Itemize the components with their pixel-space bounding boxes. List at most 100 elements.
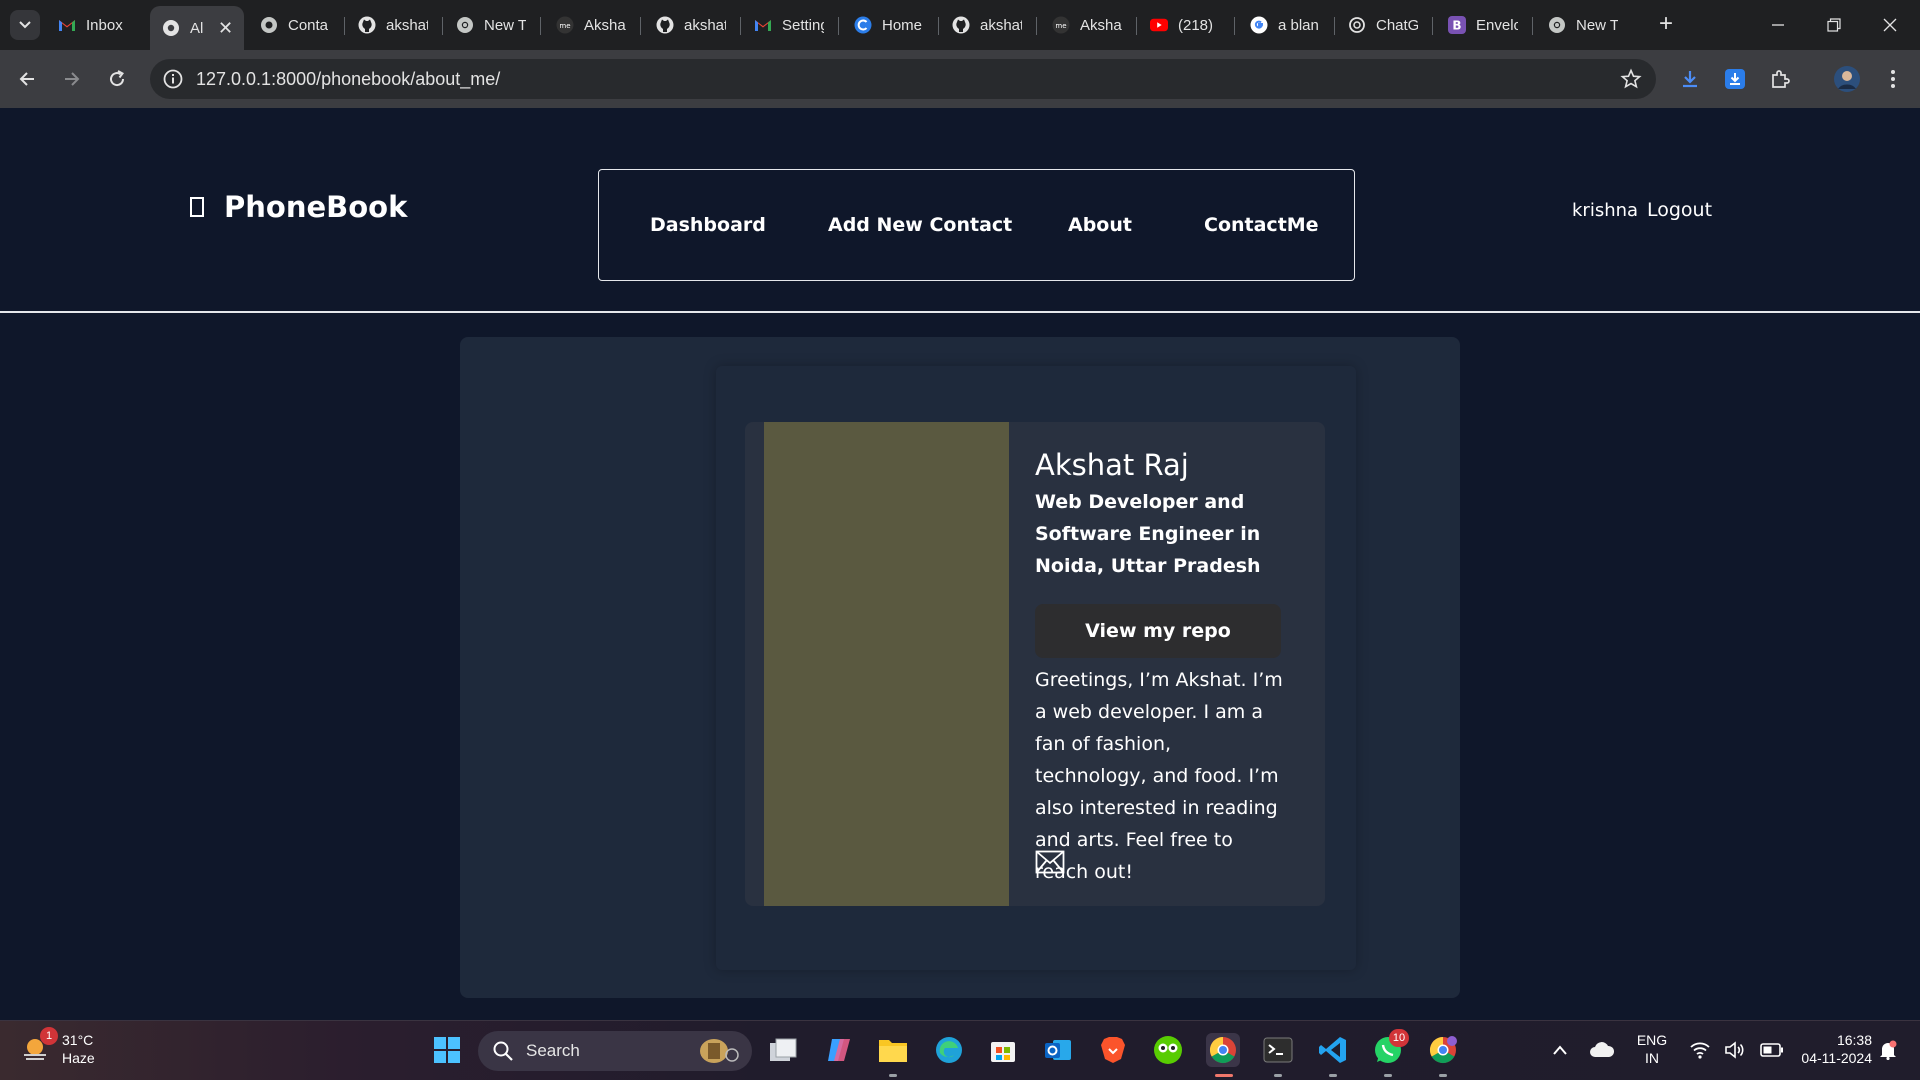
- quick-settings-button[interactable]: [1682, 1033, 1792, 1067]
- input-language[interactable]: ENG IN: [1630, 1031, 1674, 1067]
- folder-icon: [879, 1040, 907, 1062]
- downloads-button[interactable]: [1673, 62, 1707, 96]
- duolingo-button[interactable]: [1151, 1033, 1185, 1067]
- brave-button[interactable]: [1096, 1033, 1130, 1067]
- nav-contact-me[interactable]: ContactMe: [1204, 214, 1319, 236]
- bootstrap-icon: B: [1448, 16, 1466, 34]
- tab-title: (218): [1178, 16, 1214, 34]
- browser-tab[interactable]: akshat: [346, 8, 436, 42]
- tab-close-icon[interactable]: ✕: [218, 18, 233, 39]
- minimize-button[interactable]: [1750, 0, 1806, 50]
- file-explorer-button[interactable]: [876, 1033, 910, 1067]
- notifications-button[interactable]: [1874, 1033, 1902, 1067]
- nav-add-new-contact[interactable]: Add New Contact: [828, 214, 1012, 236]
- tab-search-button[interactable]: [10, 10, 40, 40]
- download-manager-extension[interactable]: [1718, 62, 1752, 96]
- nav-about[interactable]: About: [1068, 214, 1132, 236]
- globe-icon: [260, 16, 278, 34]
- tab-separator: [344, 17, 345, 35]
- chevron-up-icon: [1553, 1045, 1567, 1055]
- browser-tab[interactable]: ChatG: [1336, 8, 1426, 42]
- chrome-profile-icon: [1429, 1036, 1457, 1064]
- terminal-button[interactable]: [1261, 1033, 1295, 1067]
- url-text: 127.0.0.1:8000/phonebook/about_me/: [196, 69, 501, 89]
- browser-tab[interactable]: akshat: [940, 8, 1030, 42]
- tab-title: akshat: [980, 16, 1022, 34]
- forward-button[interactable]: [55, 62, 89, 96]
- browser-tab[interactable]: Al ✕: [150, 6, 244, 50]
- brand-name: PhoneBook: [224, 190, 408, 224]
- copilot-button[interactable]: [822, 1033, 856, 1067]
- browser-tab[interactable]: New T: [444, 8, 534, 42]
- browser-tab[interactable]: (218): [1138, 8, 1228, 42]
- clock-time: 16:38: [1836, 1032, 1872, 1048]
- edge-button[interactable]: [932, 1033, 966, 1067]
- profile-avatar-icon: [1834, 66, 1860, 92]
- onedrive-button[interactable]: [1586, 1033, 1618, 1067]
- bookmark-star-icon[interactable]: [1620, 68, 1642, 90]
- windows-taskbar: 1 31°C Haze Search 10 ENG IN 16:38 04-11…: [0, 1020, 1920, 1080]
- logout-link[interactable]: Logout: [1647, 199, 1712, 221]
- new-tab-button[interactable]: +: [1652, 11, 1680, 39]
- vscode-button[interactable]: [1316, 1033, 1350, 1067]
- tab-title: Envelo: [1476, 16, 1518, 34]
- browser-tab[interactable]: Inbox: [46, 8, 136, 42]
- arrow-right-icon: [65, 72, 80, 86]
- tab-title: ChatG: [1376, 16, 1418, 34]
- extensions-button[interactable]: [1763, 62, 1797, 96]
- main-nav: Dashboard Add New Contact About ContactM…: [598, 169, 1355, 281]
- back-button[interactable]: [10, 62, 44, 96]
- current-user: krishna: [1572, 200, 1639, 221]
- profile-role: Web Developer and Software Engineer in N…: [1035, 491, 1261, 577]
- browser-tab[interactable]: me Aksha: [1040, 8, 1130, 42]
- brand-logo[interactable]: PhoneBook: [190, 190, 407, 224]
- browser-tab[interactable]: Conta: [248, 8, 338, 42]
- search-label: Search: [526, 1041, 580, 1060]
- outlook-button[interactable]: [1041, 1033, 1075, 1067]
- restore-button[interactable]: [1806, 0, 1862, 50]
- browser-tab[interactable]: me Aksha: [544, 8, 634, 42]
- taskbar-search[interactable]: Search: [478, 1031, 752, 1071]
- site-info-icon[interactable]: [162, 68, 184, 90]
- browser-tab[interactable]: a blan: [1238, 8, 1328, 42]
- chatgpt-icon: [1348, 16, 1366, 34]
- envelope-icon[interactable]: [1035, 850, 1065, 874]
- chrome-profile-button[interactable]: [1426, 1033, 1460, 1067]
- view-repo-button[interactable]: View my repo: [1035, 604, 1281, 658]
- tab-title: New T: [484, 16, 526, 34]
- google-icon: [1250, 16, 1268, 34]
- weather-description: Haze: [62, 1050, 95, 1066]
- browser-toolbar: 127.0.0.1:8000/phonebook/about_me/: [0, 50, 1920, 108]
- browser-tab[interactable]: akshat: [644, 8, 734, 42]
- weather-widget[interactable]: 1 31°C Haze: [20, 1027, 95, 1067]
- browser-tab[interactable]: Setting: [742, 8, 832, 42]
- address-bar[interactable]: 127.0.0.1:8000/phonebook/about_me/: [150, 59, 1656, 99]
- chrome-button[interactable]: [1206, 1033, 1240, 1067]
- terminal-icon: [1263, 1037, 1293, 1063]
- browser-menu-button[interactable]: [1876, 62, 1910, 96]
- browser-tab[interactable]: B Envelo: [1436, 8, 1526, 42]
- reload-icon: [110, 70, 125, 87]
- nav-dashboard[interactable]: Dashboard: [650, 214, 766, 236]
- microsoft-store-button[interactable]: [986, 1033, 1020, 1067]
- youtube-icon: [1150, 16, 1168, 34]
- show-hidden-icons-button[interactable]: [1546, 1033, 1574, 1067]
- reload-button[interactable]: [100, 62, 134, 96]
- svg-text:me: me: [559, 22, 570, 30]
- browser-tab[interactable]: Home: [842, 8, 932, 42]
- vscode-icon: [1319, 1037, 1346, 1063]
- task-view-button[interactable]: [766, 1033, 800, 1067]
- github-icon: [358, 16, 376, 34]
- tab-separator: [1234, 17, 1235, 35]
- copilot-c-icon: [854, 16, 872, 34]
- clock[interactable]: 16:38 04-11-2024: [1782, 1031, 1872, 1067]
- start-button[interactable]: [430, 1033, 464, 1067]
- phone-icon: [190, 197, 204, 217]
- close-window-button[interactable]: [1862, 0, 1918, 50]
- browser-tab-strip: Inbox Al ✕ Conta akshat New T me Aksha akshat Set…: [0, 0, 1920, 50]
- minimize-icon: [1772, 24, 1784, 26]
- search-highlight-icon: [700, 1039, 739, 1063]
- browser-tab[interactable]: New T: [1536, 8, 1626, 42]
- header-divider: [0, 311, 1920, 313]
- profile-button[interactable]: [1830, 62, 1864, 96]
